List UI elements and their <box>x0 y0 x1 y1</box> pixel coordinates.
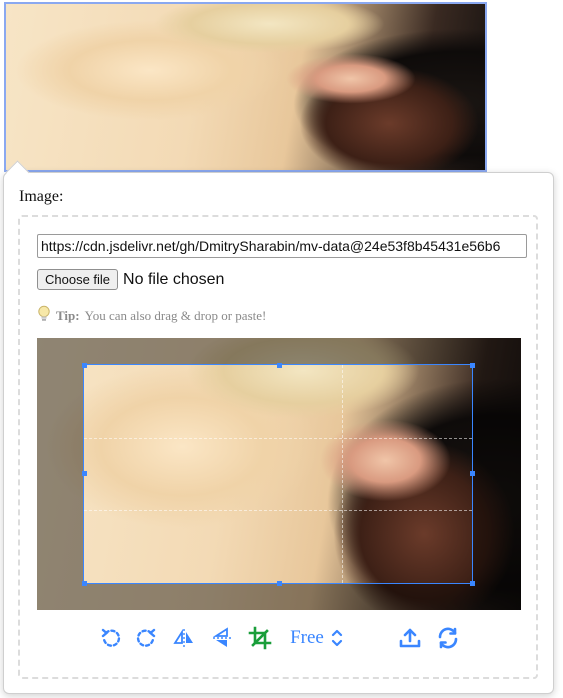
crop-guide <box>84 437 472 439</box>
image-label: Image: <box>19 188 64 205</box>
flip-horizontal-icon <box>172 627 196 649</box>
crop-handle-sw[interactable] <box>82 581 87 586</box>
reset-icon <box>436 626 460 650</box>
selected-image[interactable] <box>4 2 487 172</box>
crop-handle-se[interactable] <box>470 581 475 586</box>
crop-guide <box>84 510 472 512</box>
aspect-ratio-select[interactable]: Free <box>282 621 352 655</box>
crop-canvas[interactable] <box>37 338 521 610</box>
choose-file-button[interactable]: Choose file <box>37 269 119 290</box>
rotate-right-button[interactable] <box>132 621 160 655</box>
rotate-left-button[interactable] <box>97 621 125 655</box>
file-status: No file chosen <box>123 270 225 288</box>
rotate-left-icon <box>100 627 122 649</box>
image-dropzone[interactable]: Choose file No file chosen Tip: You can … <box>18 215 538 679</box>
tip: Tip: You can also drag & drop or paste! <box>37 305 266 327</box>
crop-handle-e[interactable] <box>470 471 475 476</box>
rotate-right-icon <box>135 627 157 649</box>
editor-toolbar: Free <box>20 621 536 655</box>
image-url-input[interactable] <box>37 234 527 258</box>
reset-button[interactable] <box>433 621 463 655</box>
upload-icon <box>398 626 422 650</box>
crop-handle-s[interactable] <box>277 581 282 586</box>
aspect-ratio-value: Free <box>290 627 324 648</box>
flip-horizontal-button[interactable] <box>170 621 198 655</box>
tip-text: You can also drag & drop or paste! <box>84 308 267 323</box>
tip-label: Tip: <box>56 308 80 323</box>
crop-handle-nw[interactable] <box>82 363 87 368</box>
chevron-updown-icon <box>330 627 344 649</box>
image-editor-popover: Image: Choose file No file chosen Tip: Y… <box>3 160 554 694</box>
crop-handle-ne[interactable] <box>470 363 475 368</box>
crop-icon <box>248 626 272 650</box>
crop-selection[interactable] <box>83 364 473 584</box>
crop-handle-w[interactable] <box>82 471 87 476</box>
flip-vertical-icon <box>211 626 233 650</box>
file-picker: Choose file No file chosen <box>37 269 224 290</box>
crop-guide <box>342 365 344 583</box>
flip-vertical-button[interactable] <box>208 621 236 655</box>
crop-handle-n[interactable] <box>277 363 282 368</box>
crop-preview <box>84 365 472 583</box>
upload-button[interactable] <box>395 621 425 655</box>
lightbulb-icon <box>37 305 51 327</box>
crop-button[interactable] <box>246 621 274 655</box>
